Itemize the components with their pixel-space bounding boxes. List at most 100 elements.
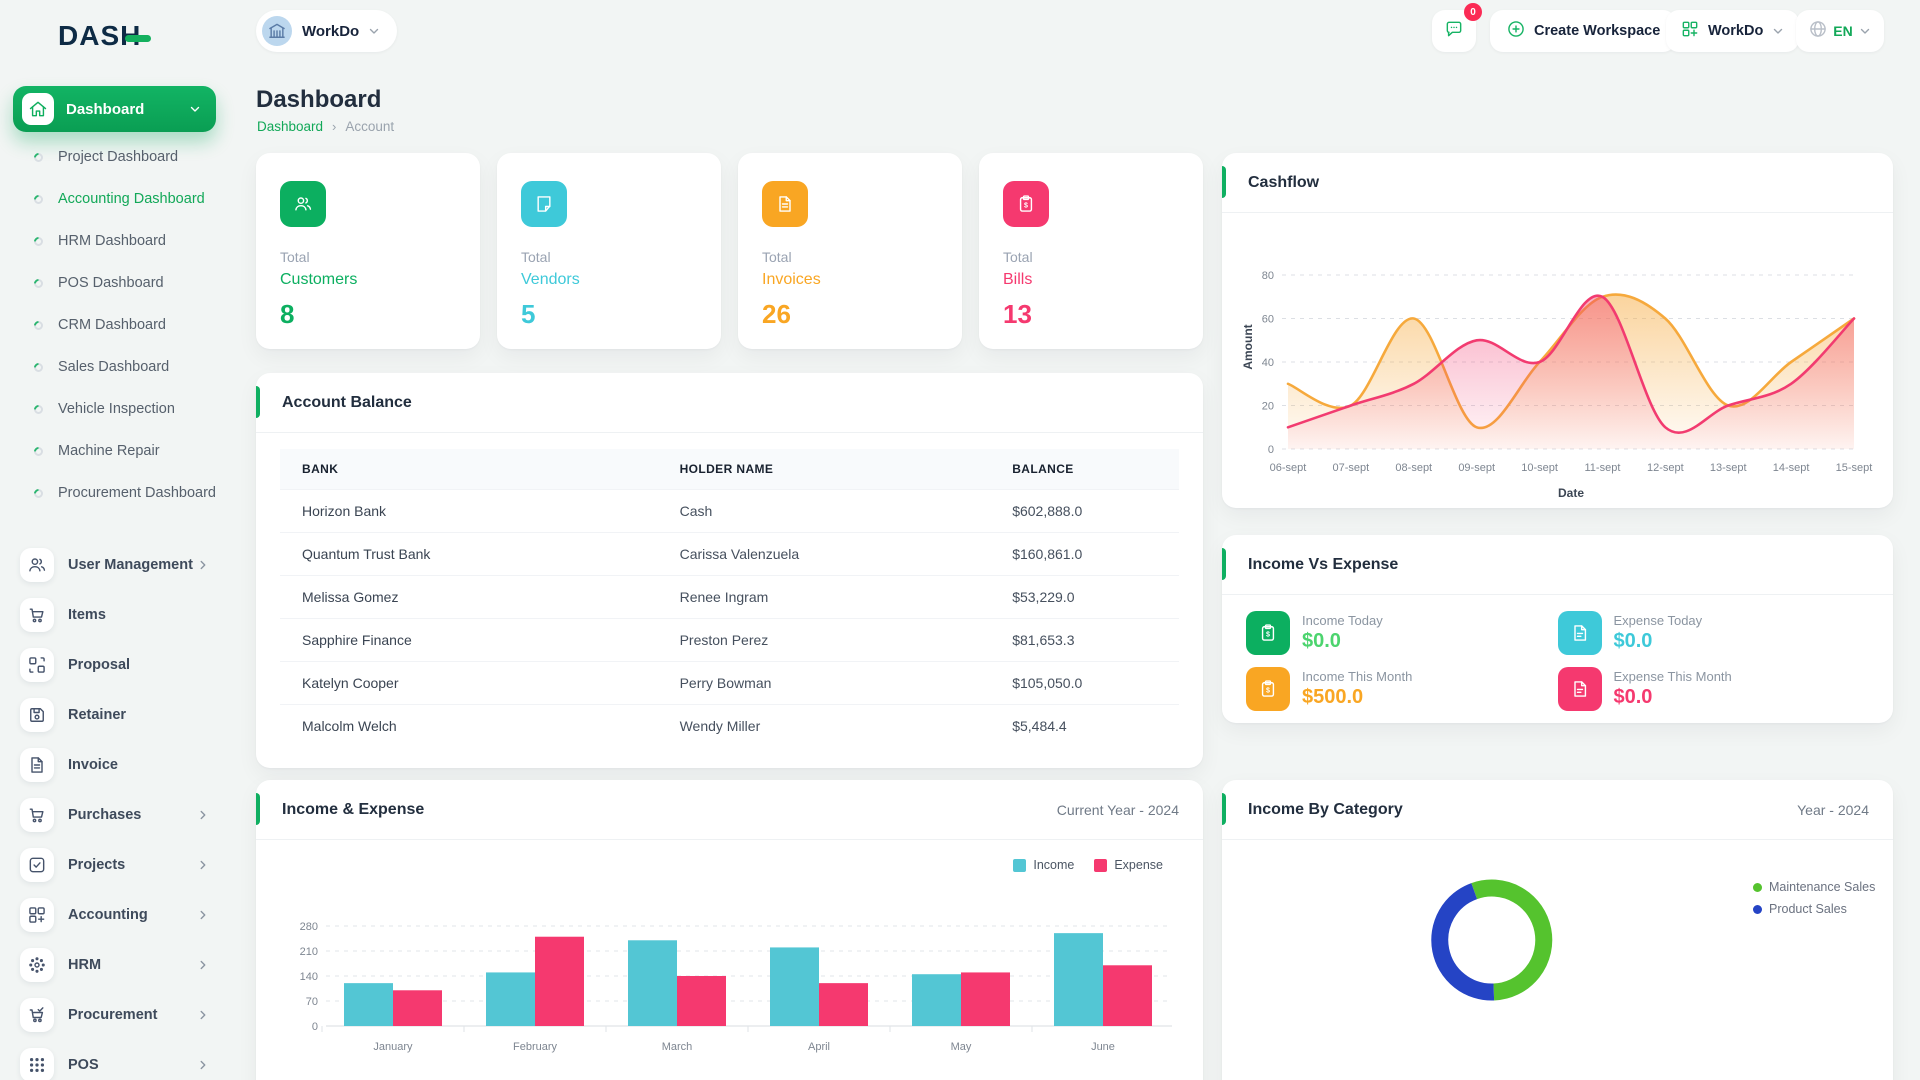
chevron-right-icon	[196, 958, 210, 972]
sidebar-item-label: Invoice	[68, 757, 210, 773]
language-code: EN	[1833, 23, 1852, 39]
ive-value: $0.0	[1614, 686, 1732, 709]
ive-value: $0.0	[1302, 630, 1383, 653]
sidebar-item-procurement[interactable]: Procurement	[0, 990, 228, 1040]
sidebar-item-accounting[interactable]: Accounting	[0, 890, 228, 940]
sidebar-item-label: Projects	[68, 857, 196, 873]
table-col-header: HOLDER NAME	[658, 449, 991, 490]
messages-button[interactable]: 0	[1432, 10, 1476, 52]
cart-icon	[20, 798, 54, 832]
sidebar-item-label: HRM	[68, 957, 196, 973]
sidebar-item-projects[interactable]: Projects	[0, 840, 228, 890]
legend-item-product-sales[interactable]: Product Sales	[1753, 902, 1875, 916]
sidebar: DASH Dashboard Project DashboardAccounti…	[0, 0, 228, 1080]
sidebar-subitem-label: HRM Dashboard	[58, 232, 166, 251]
sidebar-subitem-hrm-dashboard[interactable]: HRM Dashboard	[0, 220, 228, 262]
svg-text:10-sept: 10-sept	[1521, 462, 1558, 474]
stat-card-customers[interactable]: TotalCustomers8	[256, 153, 480, 349]
svg-text:20: 20	[1262, 401, 1274, 413]
table-row: Katelyn CooperPerry Bowman$105,050.0	[280, 662, 1179, 705]
breadcrumb: Dashboard › Account	[257, 119, 394, 134]
workspace-name: WorkDo	[302, 23, 359, 40]
brand-logo[interactable]: DASH	[58, 20, 151, 52]
stat-card-value: 26	[762, 299, 938, 330]
sidebar-subitem-machine-repair[interactable]: Machine Repair	[0, 430, 228, 472]
sidebar-item-invoice[interactable]: Invoice	[0, 740, 228, 790]
sidebar-item-user-management[interactable]: User Management	[0, 540, 228, 590]
chevron-down-icon	[188, 102, 202, 116]
sidebar-subitem-vehicle-inspection[interactable]: Vehicle Inspection	[0, 388, 228, 430]
sidebar-sections: User Management ItemsProposalRetainer Invo…	[0, 540, 228, 1080]
stat-card-vendors[interactable]: TotalVendors5	[497, 153, 721, 349]
svg-text:January: January	[373, 1041, 413, 1053]
sidebar-item-proposal[interactable]: Proposal	[0, 640, 228, 690]
language-selector[interactable]: EN	[1796, 10, 1884, 52]
chevron-down-icon	[1858, 24, 1872, 38]
sidebar-item-retainer[interactable]: Retainer	[0, 690, 228, 740]
legend-label: Income	[1033, 858, 1074, 872]
sidebar-item-label: Accounting	[68, 907, 196, 923]
stat-card-value: 8	[280, 299, 456, 330]
svg-text:80: 80	[1262, 270, 1274, 282]
sidebar-subitem-procurement-dashboard[interactable]: Procurement Dashboard	[0, 472, 228, 514]
stat-card-bills[interactable]: $TotalBills13	[979, 153, 1203, 349]
workspace-selector[interactable]: WorkDo	[256, 10, 397, 52]
legend-label: Expense	[1114, 858, 1163, 872]
sidebar-item-items[interactable]: Items	[0, 590, 228, 640]
stat-card-name: Customers	[280, 271, 456, 289]
home-icon	[22, 93, 54, 125]
ive-item-expense-this-month: Expense This Month$0.0	[1558, 667, 1870, 711]
stat-card-prefix: Total	[762, 249, 938, 265]
legend-dot	[1753, 905, 1762, 914]
svg-text:12-sept: 12-sept	[1647, 462, 1684, 474]
legend-item-maintenance-sales[interactable]: Maintenance Sales	[1753, 880, 1875, 894]
chevron-down-icon	[1771, 24, 1785, 38]
chevron-right-icon	[196, 908, 210, 922]
create-workspace-button[interactable]: Create Workspace	[1490, 10, 1676, 52]
breadcrumb-dashboard-link[interactable]: Dashboard	[257, 119, 323, 134]
sidebar-subitem-accounting-dashboard[interactable]: Accounting Dashboard	[0, 178, 228, 220]
stat-card-name: Vendors	[521, 271, 697, 289]
chevron-down-icon	[367, 24, 381, 38]
sidebar-item-label: User Management	[68, 557, 196, 573]
sidebar-item-label: POS	[68, 1057, 196, 1073]
table-cell: Perry Bowman	[658, 662, 991, 705]
sidebar-item-dashboard[interactable]: Dashboard	[13, 86, 216, 132]
sidebar-subitem-sales-dashboard[interactable]: Sales Dashboard	[0, 346, 228, 388]
table-cell: $602,888.0	[990, 490, 1179, 533]
bullet-icon	[32, 277, 45, 290]
svg-text:April: April	[808, 1041, 830, 1053]
chevron-right-icon	[196, 858, 210, 872]
sidebar-item-hrm[interactable]: HRM	[0, 940, 228, 990]
svg-text:60: 60	[1262, 314, 1274, 326]
svg-text:February: February	[513, 1041, 558, 1053]
breadcrumb-current: Account	[345, 119, 394, 134]
bullet-icon	[32, 235, 45, 248]
ive-value: $0.0	[1614, 630, 1703, 653]
stat-card-invoices[interactable]: Total Invoices 26	[738, 153, 962, 349]
breadcrumb-separator-icon: ›	[332, 119, 336, 134]
svg-text:280: 280	[300, 921, 318, 933]
app-switcher-button[interactable]: WorkDo	[1666, 10, 1799, 52]
sidebar-item-pos[interactable]: POS	[0, 1040, 228, 1080]
sidebar-item-purchases[interactable]: Purchases	[0, 790, 228, 840]
chevron-right-icon	[196, 1058, 210, 1072]
bullet-icon	[32, 487, 45, 500]
chevron-right-icon	[196, 808, 210, 822]
retainer-icon	[20, 698, 54, 732]
sidebar-subitem-project-dashboard[interactable]: Project Dashboard	[0, 136, 228, 178]
stat-card-name: Invoices	[762, 271, 938, 289]
users-icon	[20, 548, 54, 582]
svg-text:June: June	[1091, 1041, 1115, 1053]
sidebar-subitem-pos-dashboard[interactable]: POS Dashboard	[0, 262, 228, 304]
cashflow-panel: Cashflow 02040608006-sept07-sept08-sept0…	[1222, 153, 1893, 508]
income-vs-expense-grid: $Income Today$0.0Expense Today$0.0$Incom…	[1222, 595, 1893, 711]
stat-card-value: 13	[1003, 299, 1179, 330]
legend-item-expense[interactable]: Expense	[1094, 858, 1163, 872]
legend-item-income[interactable]: Income	[1013, 858, 1074, 872]
income-vs-expense-panel: Income Vs Expense $Income Today$0.0Expen…	[1222, 535, 1893, 723]
globe-icon	[1808, 19, 1828, 44]
table-cell: Wendy Miller	[658, 705, 991, 748]
income-expense-chart: 070140210280JanuaryFebruaryMarchAprilMay…	[272, 876, 1187, 1076]
sidebar-subitem-crm-dashboard[interactable]: CRM Dashboard	[0, 304, 228, 346]
